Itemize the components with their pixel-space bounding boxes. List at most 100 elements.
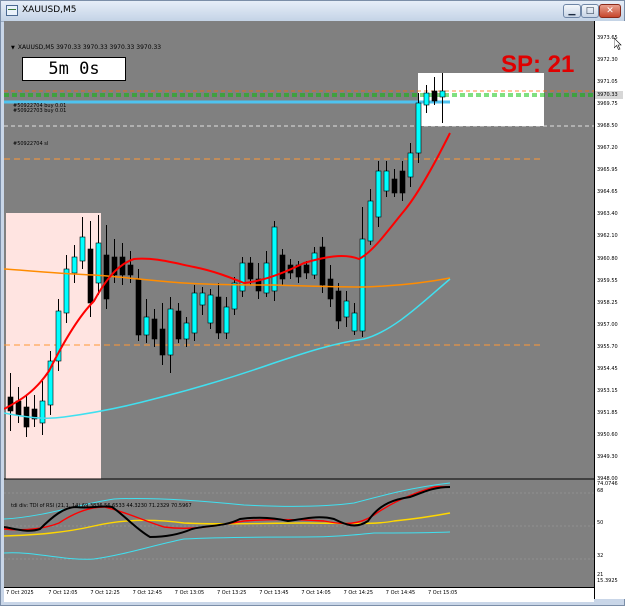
candle-body xyxy=(247,262,254,280)
time-tick-label: 7 Oct 2025 xyxy=(6,590,34,596)
candle-body xyxy=(191,292,198,334)
candle-body xyxy=(311,252,318,276)
candle-body xyxy=(127,264,134,276)
time-tick-label: 7 Oct 14:05 xyxy=(301,590,331,596)
candle-body xyxy=(135,278,142,336)
candle-body xyxy=(103,254,110,300)
candle-body xyxy=(383,170,390,192)
chart-window-icon xyxy=(6,5,18,16)
candle-body xyxy=(271,226,278,292)
price-tick-label: 3969.75 xyxy=(597,101,618,108)
price-tick-label: 3962.10 xyxy=(597,233,618,240)
time-tick-label: 7 Oct 13:45 xyxy=(259,590,289,596)
price-tick-label: 3971.05 xyxy=(597,79,618,86)
minimize-button[interactable]: ▁ xyxy=(563,4,581,18)
time-tick-label: 7 Oct 14:45 xyxy=(385,590,416,596)
session-highlight-box xyxy=(6,213,101,479)
terminal-window: XAUUSD,M5 ▁ □ ✕ ▼ XAUUSD,M5 3970.33 3970… xyxy=(0,0,625,606)
time-tick-label: 7 Oct 15:05 xyxy=(428,590,458,596)
time-tick-label: 7 Oct 13:05 xyxy=(174,590,205,596)
indicator-tick-label: 50 xyxy=(597,520,604,526)
candle-body xyxy=(343,300,350,318)
maximize-button[interactable]: □ xyxy=(581,4,599,18)
dropdown-arrow-icon[interactable]: ▼ xyxy=(11,45,15,51)
candle-body xyxy=(359,238,366,332)
candle-body xyxy=(375,170,382,218)
time-tick-label: 7 Oct 12:45 xyxy=(132,590,163,596)
candle-body xyxy=(223,306,230,334)
indicator-tick-label: 32 xyxy=(597,553,604,559)
candle-body xyxy=(407,152,414,178)
candle-body xyxy=(87,248,94,304)
price-tick-label: 3972.30 xyxy=(597,57,618,64)
price-tick-label: 3964.65 xyxy=(597,189,618,196)
candle-body xyxy=(159,328,166,356)
candle-body xyxy=(327,278,334,300)
price-tick-label: 3957.00 xyxy=(597,321,618,328)
candle-timer: 5m 0s xyxy=(22,57,126,81)
mouse-cursor-icon xyxy=(614,38,622,50)
indicator-tick-label: 15.3925 xyxy=(597,578,618,584)
price-tick-label: 3963.40 xyxy=(597,211,618,218)
candle-body xyxy=(415,102,422,154)
candle-body xyxy=(199,292,206,306)
price-tick-label: 3958.25 xyxy=(597,299,618,306)
candle-body xyxy=(303,264,310,274)
candle-body xyxy=(351,312,358,332)
candle-body xyxy=(183,322,190,340)
candle-body xyxy=(79,236,86,262)
candle-body xyxy=(423,92,430,106)
price-tick-label: 3953.15 xyxy=(597,387,618,394)
window-title: XAUUSD,M5 xyxy=(22,5,77,15)
indicator-tick-label: 68 xyxy=(597,488,604,494)
candle-body xyxy=(15,400,22,416)
chart-canvas[interactable] xyxy=(4,21,594,599)
candle-body xyxy=(71,256,78,274)
order-label-sl[interactable]: #50922704 sl xyxy=(13,141,48,147)
candle-body xyxy=(39,400,46,424)
time-tick-label: 7 Oct 14:25 xyxy=(343,590,374,596)
indicator-tick-label: 74.0746 xyxy=(597,481,618,487)
candle-body xyxy=(319,246,326,286)
price-axis[interactable] xyxy=(594,21,625,599)
order-label-buy-2[interactable]: #50922703 buy 0.01 xyxy=(13,108,66,114)
price-tick-label: 3955.70 xyxy=(597,343,618,350)
candle-body xyxy=(391,178,398,194)
time-tick-label: 7 Oct 13:25 xyxy=(217,590,247,596)
candle-body xyxy=(335,290,342,322)
candle-body xyxy=(175,310,182,340)
price-tick-label: 3951.85 xyxy=(597,409,618,416)
price-tick-label: 3968.50 xyxy=(597,123,618,130)
time-tick-label: 7 Oct 12:25 xyxy=(90,590,120,596)
price-tick-label: 3949.30 xyxy=(597,453,618,460)
price-chart-area[interactable]: ▼ XAUUSD,M5 3970.33 3970.33 3970.33 3970.… xyxy=(4,21,594,599)
chart-header: ▼ XAUUSD,M5 3970.33 3970.33 3970.33 3970.… xyxy=(11,44,161,51)
title-bar[interactable]: XAUUSD,M5 ▁ □ ✕ xyxy=(1,1,624,22)
candle-body xyxy=(63,268,70,314)
price-tick-label: 3959.55 xyxy=(597,277,618,284)
price-tick-label: 3965.95 xyxy=(597,167,618,174)
candle-body xyxy=(143,316,150,336)
candle-body xyxy=(367,200,374,242)
price-tick-label: 3967.20 xyxy=(597,145,618,152)
chart-symbol-label: XAUUSD,M5 xyxy=(17,44,55,51)
candle-body xyxy=(95,242,102,284)
price-tick-label: 3960.80 xyxy=(597,255,618,262)
candle-body xyxy=(207,294,214,324)
time-tick-label: 7 Oct 12:05 xyxy=(48,590,78,596)
candle-body xyxy=(431,90,438,102)
candle-body xyxy=(439,90,446,98)
candle-body xyxy=(399,170,406,194)
indicator-panel-bg xyxy=(4,481,594,599)
close-button[interactable]: ✕ xyxy=(599,4,621,18)
candle-body xyxy=(167,308,174,356)
price-tick-label: 3950.60 xyxy=(597,431,618,438)
price-tick-label: 3954.45 xyxy=(597,365,618,372)
current-price-badge: 3970.33 xyxy=(595,91,623,99)
candle-body xyxy=(279,254,286,280)
indicator-label: tdi div: TDI of RSI (21,1, 14) 69.3836 5… xyxy=(11,503,192,509)
ohlc-values: 3970.33 3970.33 3970.33 3970.33 xyxy=(56,44,162,51)
candle-body xyxy=(231,282,238,310)
candle-body xyxy=(151,318,158,340)
candle-body xyxy=(239,262,246,292)
